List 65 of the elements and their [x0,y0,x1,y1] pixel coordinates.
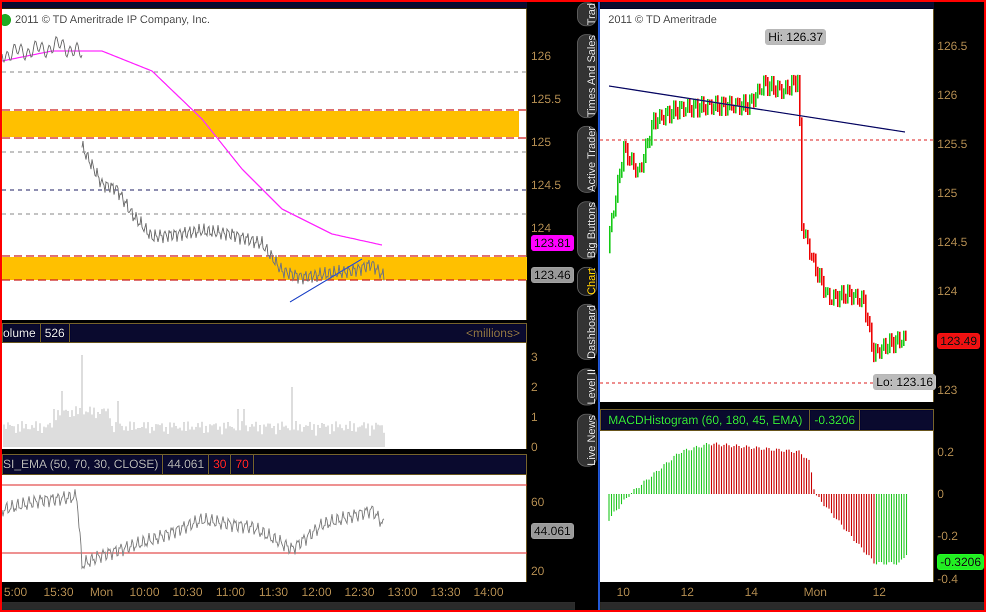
side-tab[interactable]: Active Trader [576,126,597,194]
axis-label: 124 [937,284,958,298]
time-label: 12 [680,585,695,599]
time-label: 10:00 [128,585,161,599]
axis-label: 0.2 [937,445,955,459]
axis-label: 125 [531,135,552,149]
axis-label: 1 [531,410,539,424]
indicator-title: MACDHistogram (60, 180, 45, EMA) [601,410,810,430]
axis-label: 126 [531,49,552,63]
price-badge: 123.81 [531,235,574,251]
value-badge: 44.061 [531,523,574,539]
low-badge: Lo: 123.16 [873,374,936,390]
time-label: Mon [802,585,828,599]
axis-label: -0.2 [937,529,959,543]
indicator-value: 526 [40,324,70,342]
axis-label: 60 [531,495,546,509]
time-label: 10 [616,585,631,599]
indicator-title: olume [3,324,41,342]
side-tab[interactable]: Level II [576,368,597,406]
value-badge: -0.3206 [937,554,984,570]
copyright-text: 2011 © TD Ameritrade IP Company, Inc. [15,13,210,28]
side-tab[interactable]: Times And Sales [576,34,597,118]
unit-label: <millions> [466,325,521,342]
price-badge: 123.49 [937,333,980,349]
time-label: 13:00 [386,585,419,599]
price-badge: 123.46 [531,267,574,283]
time-label: 15:30 [42,585,75,599]
time-label: 13:30 [429,585,462,599]
time-label: 12:00 [300,585,333,599]
axis-label: 3 [531,350,539,364]
axis-label: 0 [531,440,539,454]
side-tab[interactable]: Trad [576,2,597,26]
side-tab[interactable]: Chart [576,267,597,296]
axis-label: 124.5 [937,235,968,249]
axis-label: 125 [937,186,958,200]
level-value: 30 [209,455,232,474]
indicator-title: SI_EMA (50, 70, 30, CLOSE) [3,455,164,474]
side-tab[interactable]: Dashboard [576,304,597,360]
level-value: 70 [231,455,254,474]
time-label: 10:30 [171,585,204,599]
side-tab[interactable]: Big Buttons [576,201,597,260]
axis-label: 123 [937,383,958,397]
time-label: 12 [872,585,887,599]
time-label: 14:00 [472,585,505,599]
axis-label: 2 [531,380,539,394]
axis-label: 124 [531,221,552,235]
axis-label: 0 [937,487,945,501]
axis-label: 126.5 [937,39,968,53]
time-label: 14 [744,585,759,599]
side-tab[interactable]: Live News [576,414,597,466]
axis-label: 20 [531,564,546,578]
axis-label: -0.4 [937,572,959,586]
copyright-text: 2011 © TD Ameritrade [608,13,717,28]
axis-label: 126 [937,88,958,102]
time-label: 12:30 [343,585,376,599]
time-label: 11:30 [258,585,290,599]
high-badge: Hi: 126.37 [765,29,826,45]
time-label: 5:00 [2,585,28,599]
indicator-value: -0.3206 [810,410,860,430]
axis-label: 125.5 [531,92,562,106]
time-label: 11:00 [214,585,246,599]
axis-label: 125.5 [937,137,968,151]
indicator-value: 44.061 [163,455,210,474]
time-label: Mon [88,585,114,599]
axis-label: 124.5 [531,178,562,192]
